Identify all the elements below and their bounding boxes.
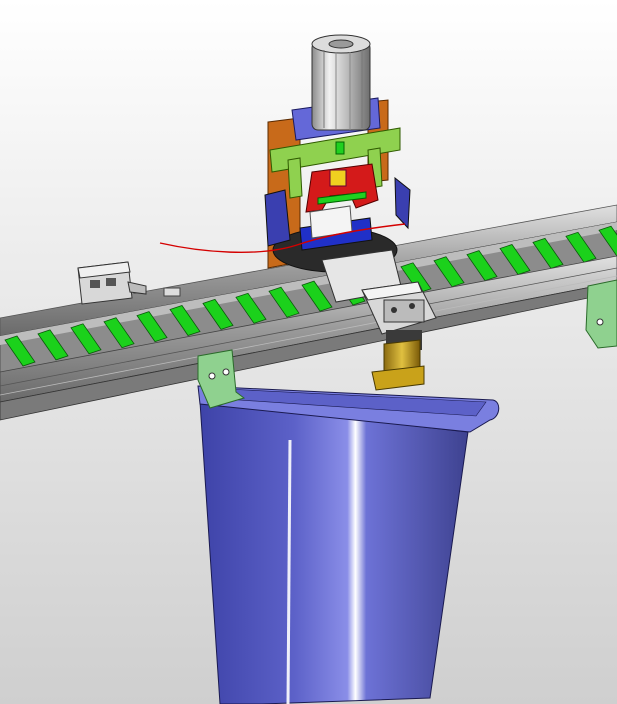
cad-assembly-drawing (0, 34, 617, 704)
cad-viewport[interactable] (0, 0, 617, 704)
waste-bin (197, 385, 500, 704)
press-unit (264, 34, 411, 273)
right-bracket (585, 279, 617, 349)
